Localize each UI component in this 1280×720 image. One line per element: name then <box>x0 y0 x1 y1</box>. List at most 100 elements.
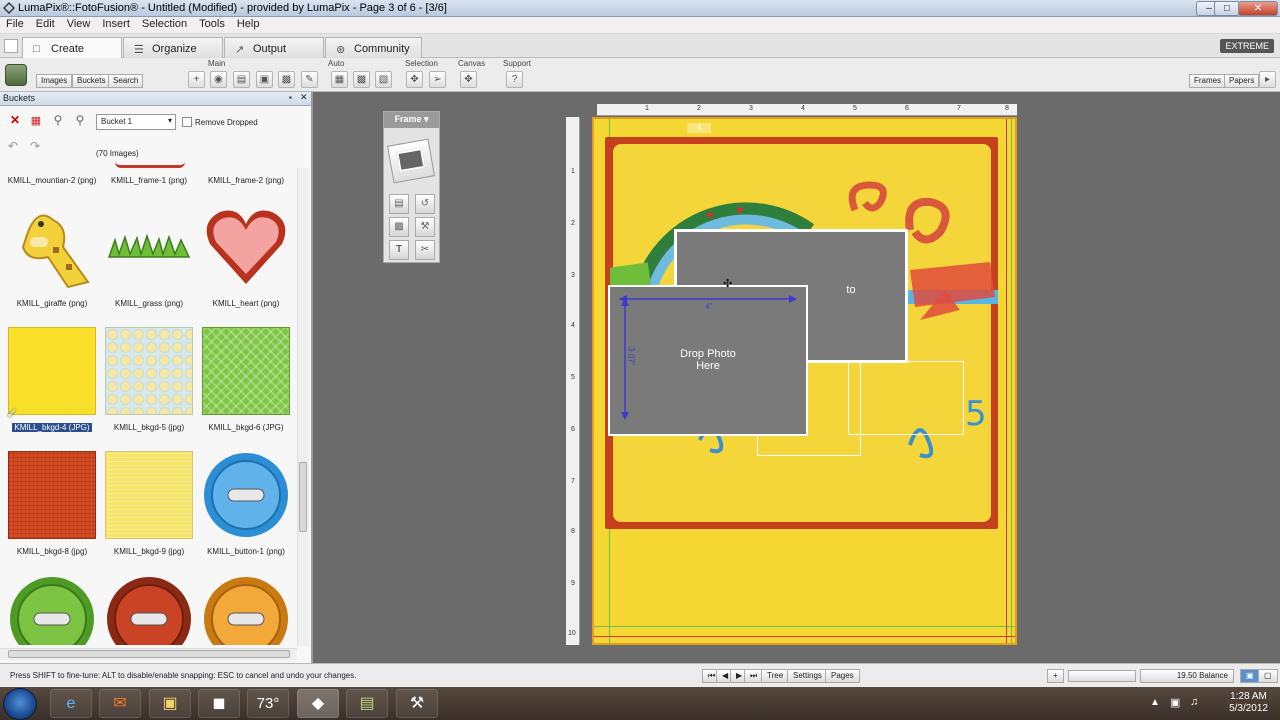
menu-insert[interactable]: Insert <box>96 17 136 30</box>
page-label: 4 <box>687 123 711 133</box>
menu-selection[interactable]: Selection <box>136 17 193 30</box>
panel-float-icon[interactable]: ▪ <box>289 93 292 102</box>
group-label-auto: Auto <box>328 59 345 68</box>
subtab-images[interactable]: Images <box>36 74 73 88</box>
window-title: LumaPix®::FotoFusion® - Untitled (Modifi… <box>18 2 447 14</box>
thumb-giraffe[interactable] <box>8 202 96 290</box>
ruler-label: 5 <box>571 374 575 381</box>
thumb-caption: KMILL_giraffe (png) <box>16 299 88 308</box>
menu-file[interactable]: File <box>0 17 30 30</box>
folder-icon[interactable]: ▣ <box>149 689 191 718</box>
thumb-button-1[interactable] <box>202 451 290 539</box>
pen-icon[interactable]: ✎ <box>301 71 318 88</box>
view-mode-icon[interactable]: ▣ <box>1240 669 1260 683</box>
thumb-bkgd-6[interactable] <box>202 327 290 415</box>
zoom-slider[interactable] <box>1068 670 1136 682</box>
tree-button[interactable]: Tree <box>761 669 790 683</box>
panel-close-icon[interactable]: ✕ <box>300 92 308 103</box>
app-window-icon[interactable]: ◼ <box>198 689 240 718</box>
ruler-vertical <box>566 117 580 645</box>
thumb-red-button[interactable] <box>105 575 193 645</box>
thumb-orange-button[interactable] <box>202 575 290 645</box>
subtab-buckets[interactable]: Buckets <box>72 74 111 88</box>
start-button[interactable] <box>3 688 37 720</box>
rotate-icon[interactable]: ↺ <box>415 194 435 214</box>
weather-temperature[interactable]: 73° <box>247 689 289 718</box>
panel-toggle-checkbox[interactable] <box>4 39 18 53</box>
frame-thumb-partial[interactable] <box>115 162 185 168</box>
thumb-grass[interactable] <box>105 202 193 290</box>
pointer-icon[interactable]: ➢ <box>429 71 446 88</box>
home-icon[interactable] <box>5 64 27 86</box>
delete-icon[interactable]: ✕ <box>8 114 22 128</box>
add-icon[interactable]: + <box>188 71 205 88</box>
tool-icon[interactable]: ⚒ <box>396 689 438 718</box>
network-icon[interactable]: ▣ <box>1170 696 1180 709</box>
thumb-bkgd-5[interactable] <box>105 327 193 415</box>
ruler-label: 4 <box>571 322 575 329</box>
remove-dropped-checkbox[interactable] <box>182 117 192 127</box>
thumb-bkgd-4[interactable] <box>8 327 96 415</box>
scroll-right-icon[interactable]: ▸ <box>1259 71 1276 88</box>
tab-organize[interactable]: ☰ Organize <box>123 37 223 58</box>
tab-community[interactable]: ⊛ Community <box>325 37 422 58</box>
photo-frame-outline[interactable] <box>848 361 964 435</box>
layout-icon[interactable]: ▣ <box>256 71 273 88</box>
thumb-green-button[interactable] <box>8 575 96 645</box>
add-page-icon[interactable]: + <box>1047 669 1064 683</box>
frames-button[interactable]: Frames <box>1189 74 1227 88</box>
thumb-heart[interactable] <box>202 202 290 290</box>
scissors-icon[interactable]: ✂ <box>415 240 435 260</box>
tab-create[interactable]: □ Create <box>22 37 122 58</box>
text-icon[interactable]: T <box>389 240 409 260</box>
settings-button[interactable]: Settings <box>787 669 828 683</box>
page-icon[interactable]: ▤ <box>233 71 250 88</box>
fotofusion-taskbar-icon[interactable]: ◆ <box>297 689 339 718</box>
subtab-search[interactable]: Search <box>108 74 144 88</box>
thumb-bkgd-9[interactable] <box>105 451 193 539</box>
search-bucket-icon[interactable]: ⚲ <box>50 113 66 129</box>
tab-output[interactable]: ↗ Output <box>224 37 324 58</box>
frame-properties-icon[interactable]: ▤ <box>389 194 409 214</box>
ruler-label: 10 <box>568 630 576 637</box>
mail-icon[interactable]: ✉ <box>99 689 141 718</box>
menu-edit[interactable]: Edit <box>30 17 61 30</box>
papers-button[interactable]: Papers <box>1224 74 1260 88</box>
layers-icon[interactable]: ▩ <box>389 217 409 237</box>
close-button[interactable]: ✕ <box>1238 1 1278 16</box>
bucket-select[interactable]: Bucket 1 ▾ <box>96 114 176 130</box>
redo-icon[interactable]: ↷ <box>30 139 40 153</box>
panel-horizontal-scroll-thumb[interactable] <box>8 650 290 658</box>
auto-mix-icon[interactable]: ▧ <box>375 71 392 88</box>
ruler-label: 8 <box>1005 105 1009 112</box>
menu-help[interactable]: Help <box>231 17 266 30</box>
bucket-icon[interactable]: ⚲ <box>72 113 88 129</box>
thumb-bkgd-8[interactable] <box>8 451 96 539</box>
thumb-caption: KMILL_bkgd-6 (JPG) <box>208 423 284 432</box>
show-hidden-icons-icon[interactable]: ▲ <box>1150 697 1160 708</box>
panel-vertical-scroll-thumb[interactable] <box>299 462 307 532</box>
fullscreen-icon[interactable]: ▢ <box>1258 669 1278 683</box>
camera-icon[interactable]: ◉ <box>210 71 227 88</box>
volume-icon[interactable]: ♫ <box>1190 696 1198 708</box>
help-icon[interactable]: ? <box>506 71 523 88</box>
undo-icon[interactable]: ↶ <box>8 139 18 153</box>
ie-icon[interactable]: e <box>50 689 92 718</box>
maximize-button[interactable]: □ <box>1214 1 1240 16</box>
canvas-icon[interactable]: ✥ <box>460 71 477 88</box>
transform-icon[interactable]: ✥ <box>406 71 423 88</box>
frame-preview-icon[interactable] <box>387 138 435 184</box>
system-clock[interactable]: 1:28 AM 5/3/2012 <box>1229 691 1268 715</box>
menu-tools[interactable]: Tools <box>193 17 231 30</box>
menu-view[interactable]: View <box>61 17 97 30</box>
frame-tool-icon[interactable]: ▩ <box>278 71 295 88</box>
auto-fill-icon[interactable]: ▩ <box>353 71 370 88</box>
grid-remove-icon[interactable]: ▦ <box>29 114 43 128</box>
group-label-canvas: Canvas <box>458 59 486 68</box>
ruler-label: 3 <box>571 272 575 279</box>
notes-icon[interactable]: ▤ <box>346 689 388 718</box>
wrench-icon[interactable]: ⚒ <box>415 217 435 237</box>
pages-button[interactable]: Pages <box>825 669 860 683</box>
auto-grid-icon[interactable]: ▦ <box>331 71 348 88</box>
panel-vertical-scrollbar[interactable] <box>297 168 309 646</box>
